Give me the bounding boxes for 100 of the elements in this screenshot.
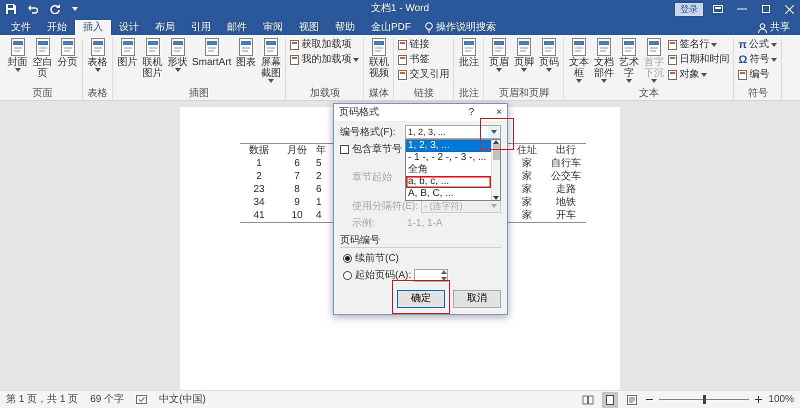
close-icon[interactable] (785, 4, 794, 14)
ribbon-tab[interactable]: 开始 (39, 20, 75, 35)
ok-button[interactable]: 确定 (397, 290, 445, 308)
word-count[interactable]: 69 个字 (90, 392, 124, 407)
ribbon-tab[interactable]: 帮助 (327, 20, 363, 35)
ribbon-button[interactable]: Ω 符号 (737, 53, 778, 66)
ribbon-button[interactable]: 文本框 (567, 38, 590, 83)
ribbon-button[interactable]: 链接 (397, 38, 450, 51)
ribbon-button[interactable]: π 公式 (737, 38, 778, 51)
page-info[interactable]: 第 1 页，共 1 页 (6, 392, 78, 407)
cancel-button[interactable]: 取消 (453, 290, 501, 308)
close-button[interactable]: × (496, 106, 502, 119)
table-cell-text: 家 (521, 157, 533, 170)
ribbon-button[interactable]: 艺术字 (617, 38, 640, 83)
sign-in-button[interactable]: 登录 (675, 2, 703, 16)
up-arrow-icon[interactable] (493, 140, 499, 144)
ribbon-button[interactable]: 我的加载项 (289, 53, 360, 66)
checkbox-label[interactable]: 包含章节号 (352, 143, 402, 156)
save-icon[interactable] (6, 4, 16, 14)
ribbon-button[interactable]: 对象 (667, 68, 730, 81)
list-option[interactable]: a, b, c, ... (406, 176, 491, 188)
ribbon-button[interactable]: 表格 (86, 38, 109, 72)
list-option[interactable]: - 1 -, - 2 -, - 3 -, ... (406, 152, 491, 164)
ribbon-button[interactable]: 分页 (56, 38, 79, 68)
column-header: 数据 (248, 144, 270, 157)
book-check-icon[interactable] (136, 395, 148, 404)
list-option[interactable]: 全角 (406, 164, 491, 176)
list-option[interactable]: A, B, C, ... (406, 188, 491, 200)
ribbon-button[interactable]: 联机视频 (367, 38, 390, 79)
ribbon-button[interactable]: SmartArt (191, 38, 232, 68)
ribbon-button[interactable]: 获取加载项 (289, 38, 360, 51)
number-field[interactable] (414, 269, 448, 282)
dropdown-button[interactable] (488, 126, 500, 138)
table-cell-text: 34 (252, 196, 266, 209)
ribbon-button[interactable]: 签名行 (667, 38, 730, 51)
column-header: 住址 (516, 144, 538, 157)
ribbon-button[interactable]: 图表 (234, 38, 258, 68)
ribbon-button[interactable]: 图片 (116, 38, 139, 68)
redo-icon[interactable] (50, 4, 60, 14)
scroll-thumb[interactable] (492, 144, 500, 160)
document-icon (398, 54, 408, 64)
document-icon (738, 70, 748, 80)
table-cell-text: 1 (316, 196, 323, 209)
share-button[interactable]: 共享 (770, 20, 790, 35)
ribbon-tab[interactable]: 审阅 (255, 20, 291, 35)
ribbon-tab[interactable]: 金山PDF (363, 20, 419, 35)
ribbon-button[interactable]: 页眉 (487, 38, 510, 72)
radio-label[interactable]: 续前节(C) (355, 252, 399, 265)
radio-label[interactable]: 起始页码(A): (355, 269, 412, 282)
table-cell-text: 2 (255, 170, 263, 183)
scrollbar[interactable] (491, 140, 500, 200)
ribbon-button[interactable]: 联机图片 (141, 38, 164, 79)
slider-thumb[interactable] (702, 395, 706, 404)
radio-button[interactable] (343, 271, 352, 280)
ribbon-button[interactable]: 空白页 (31, 38, 54, 79)
spinner-arrows-icon[interactable] (441, 270, 448, 281)
ribbon-tab[interactable]: 设计 (111, 20, 147, 35)
table-cell-text: 41 (252, 209, 266, 222)
ribbon-tab[interactable]: 文件 (3, 20, 39, 35)
ribbon-button[interactable]: 交叉引用 (397, 68, 450, 81)
undo-icon[interactable] (28, 4, 38, 14)
ribbon-button[interactable]: 形状 (166, 38, 189, 72)
group-label: 文本 (638, 88, 660, 99)
document-icon (290, 40, 300, 50)
table-cell-text: 23 (252, 183, 266, 196)
ribbon-button[interactable]: 页脚 (512, 38, 536, 72)
document-icon (398, 40, 408, 50)
checkbox[interactable] (340, 145, 349, 154)
table-cell-text: 4 (316, 209, 323, 222)
ribbon-button[interactable]: 批注 (457, 38, 480, 68)
ribbon-button[interactable]: 日期和时间 (667, 53, 730, 66)
down-arrow-icon[interactable] (493, 196, 499, 200)
help-button[interactable]: ? (468, 106, 474, 119)
view-button[interactable] (602, 392, 618, 408)
document-icon (398, 70, 408, 80)
group-label: 媒体 (368, 88, 390, 99)
ribbon-button[interactable]: 编号 (737, 68, 778, 81)
ribbon-tab[interactable]: 视图 (291, 20, 327, 35)
ribbon-button[interactable]: 文档部件 (592, 38, 616, 83)
list-option[interactable]: 1, 2, 3, ... (406, 140, 491, 152)
ribbon-button[interactable]: 屏幕截图 (259, 38, 282, 83)
table-cell-text: 公交车 (550, 170, 582, 183)
table-cell-text: 9 (293, 196, 301, 209)
ribbon-tab[interactable]: 邮件 (219, 20, 255, 35)
radio-button[interactable] (343, 254, 352, 263)
ribbon-tab[interactable]: 布局 (147, 20, 183, 35)
ribbon-button[interactable]: 封面 (6, 38, 29, 72)
minus-icon[interactable] (646, 396, 654, 403)
plus-icon[interactable] (755, 396, 762, 403)
ribbon-button[interactable]: 页码 (537, 38, 560, 72)
ribbon-tab[interactable]: 引用 (183, 20, 219, 35)
table-cell-text: 走路 (555, 183, 577, 196)
ribbon-button[interactable]: 书签 (397, 53, 450, 66)
maximize-icon[interactable] (761, 5, 771, 13)
group-label: 页眉和页脚 (498, 88, 550, 99)
ribbon-display-icon[interactable] (713, 5, 723, 13)
language-label[interactable]: 中文(中国) (159, 392, 206, 407)
search-hint[interactable]: 操作说明搜索 (436, 20, 496, 35)
ribbon-tab[interactable]: 插入 (75, 20, 111, 35)
zoom-level[interactable]: 100% (768, 392, 794, 407)
